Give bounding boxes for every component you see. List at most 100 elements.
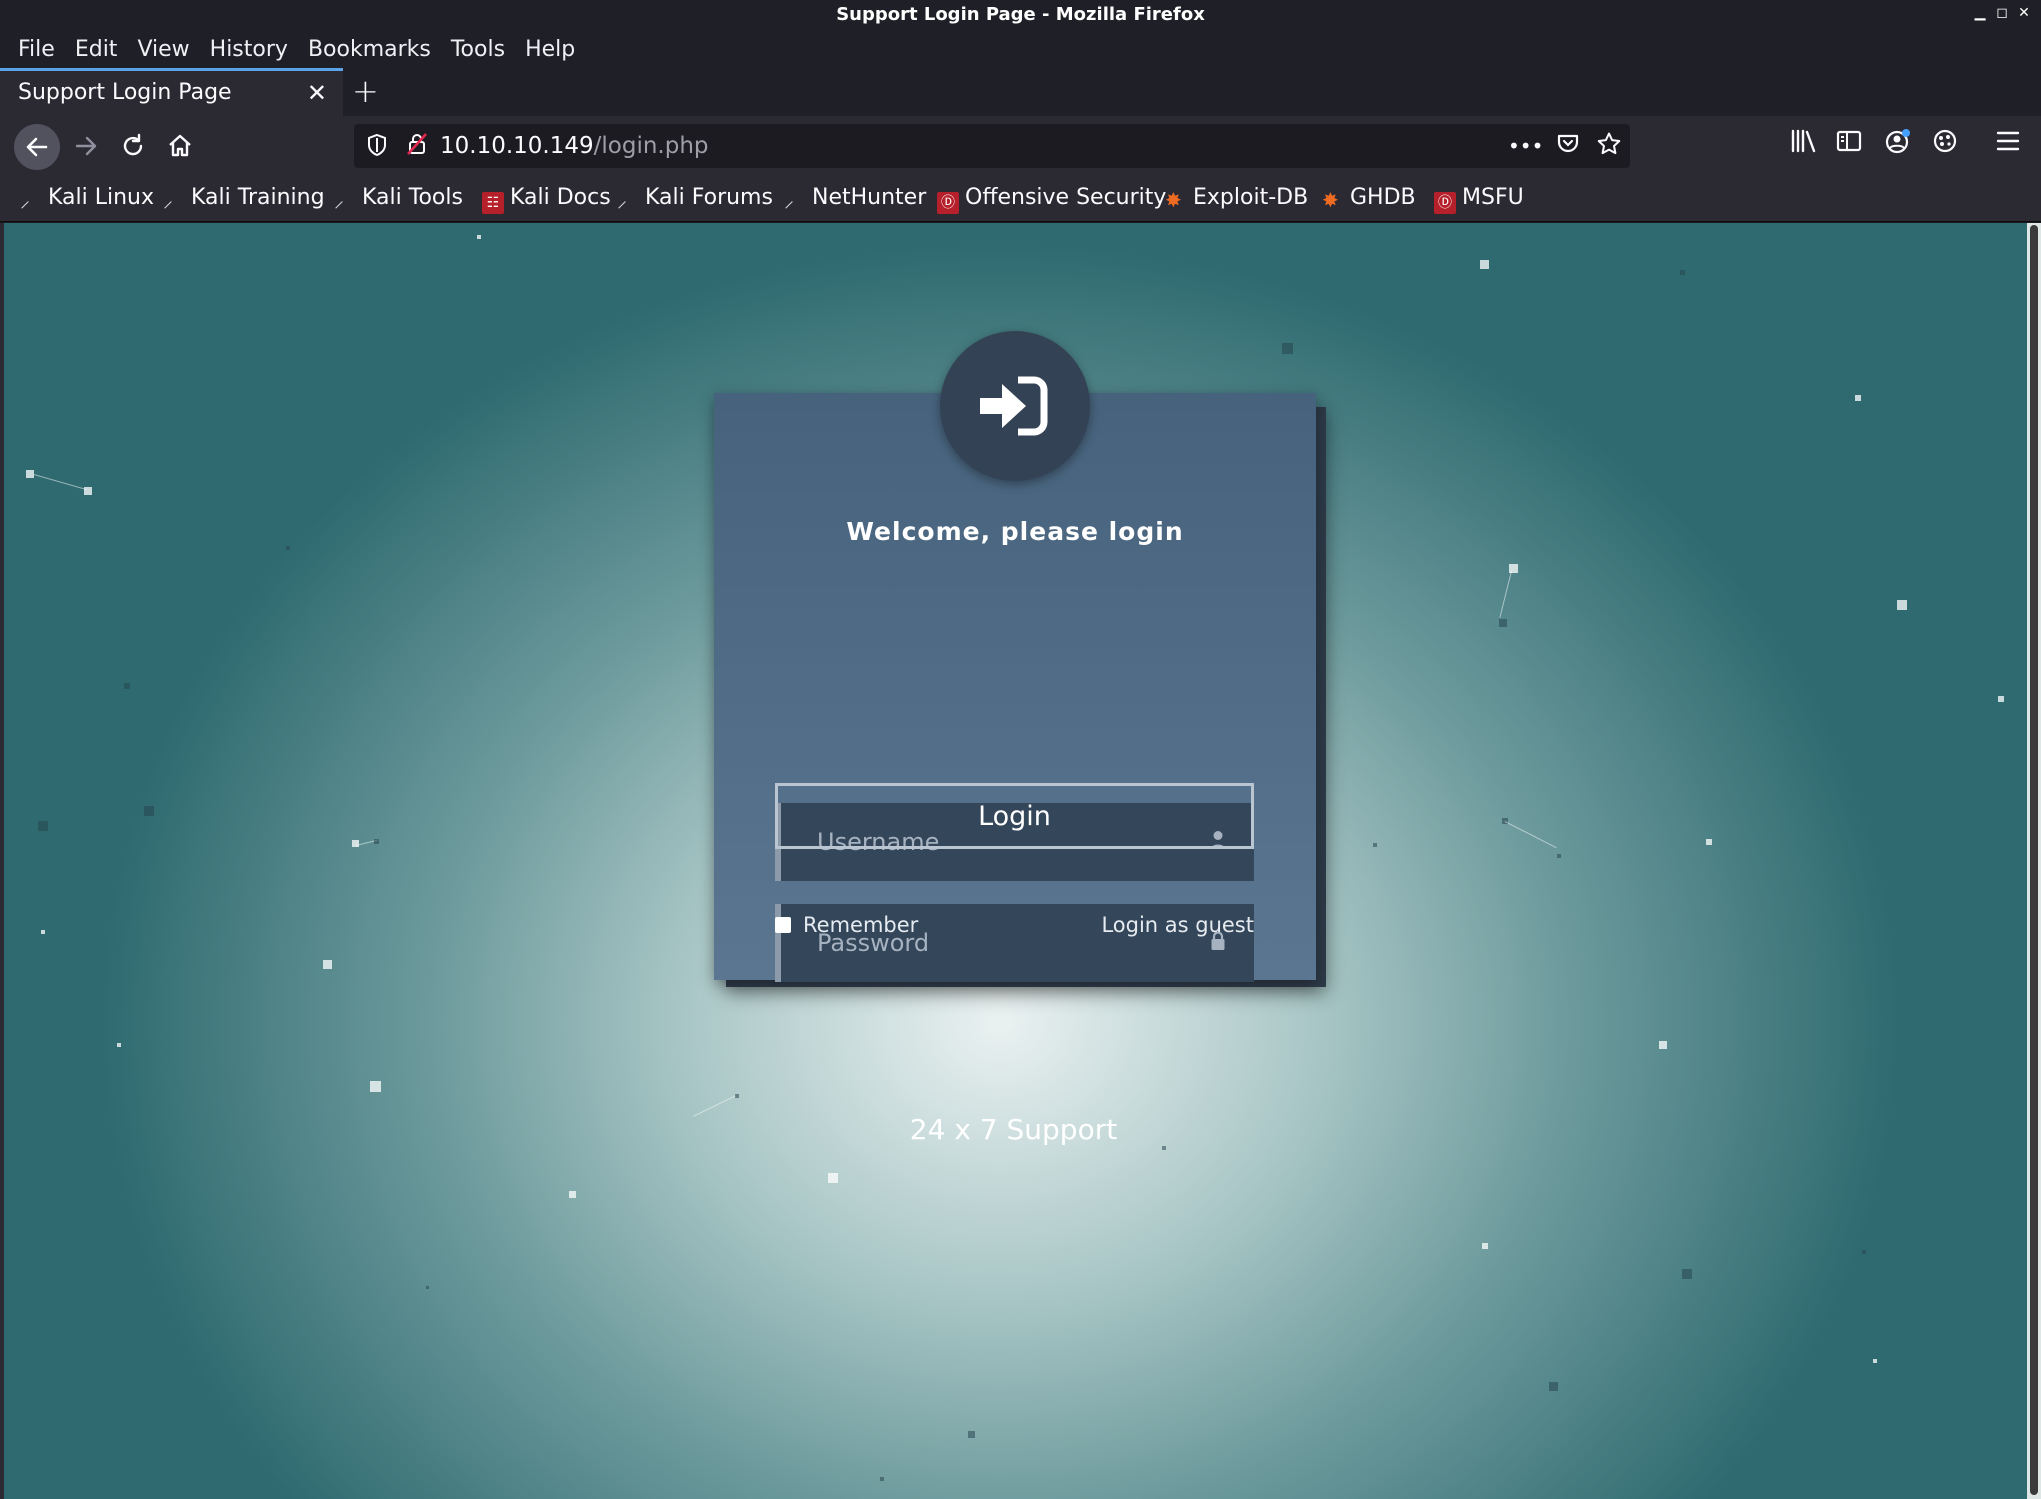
login-avatar [940, 331, 1090, 481]
window-titlebar: Support Login Page - Mozilla Firefox ▁ ◻… [0, 0, 2041, 30]
particle [1482, 1243, 1488, 1249]
particle [1373, 843, 1377, 847]
back-button[interactable] [14, 124, 60, 170]
scrollbar-thumb[interactable] [2030, 225, 2038, 1495]
url-text[interactable]: 10.10.10.149/login.php [440, 133, 709, 159]
home-button[interactable] [160, 126, 200, 166]
particle [1897, 600, 1907, 610]
menu-bar: File Edit View History Bookmarks Tools H… [0, 30, 2041, 68]
particle [124, 683, 130, 689]
tab-close-icon[interactable]: ✕ [307, 79, 327, 107]
particle [1659, 1041, 1667, 1049]
bookmark-kali-docs[interactable]: ☷ Kali Docs [482, 185, 611, 214]
bookmark-label: Kali Linux [48, 185, 155, 210]
menu-edit[interactable]: Edit [75, 37, 118, 62]
particle [38, 821, 48, 831]
remember-option[interactable]: Remember [775, 913, 918, 937]
extension-icon[interactable] [1932, 128, 1958, 160]
reload-button[interactable] [113, 126, 153, 166]
support-text: 24 x 7 Support [909, 1113, 1118, 1146]
menu-tools[interactable]: Tools [451, 37, 505, 62]
url-host: 10.10.10.149 [440, 133, 594, 159]
arrow-right-icon [75, 136, 97, 156]
kali-docs-icon: ☷ [482, 192, 504, 214]
tab-title: Support Login Page [18, 80, 232, 105]
bookmarks-toolbar: ⸝ Kali Linux ⸝ Kali Training ⸝ Kali Tools ☷… [0, 176, 2041, 222]
maximize-button[interactable]: ◻ [1993, 4, 2011, 22]
particle [1549, 1382, 1558, 1391]
menu-file[interactable]: File [18, 37, 55, 62]
particle [374, 839, 379, 844]
particle [1162, 1146, 1166, 1150]
forward-button[interactable] [66, 126, 106, 166]
particle [1855, 395, 1861, 401]
particle [569, 1191, 576, 1198]
insecure-lock-icon[interactable] [406, 132, 428, 162]
particle [880, 1477, 884, 1481]
bookmark-kali-tools[interactable]: ⸝ Kali Tools [334, 185, 463, 212]
left-edge [0, 223, 4, 1499]
kali-dragon-icon: ⸝ [20, 188, 30, 212]
exploitdb-icon: ✸ [1322, 188, 1339, 212]
offsec-icon: Ⓓ [937, 192, 959, 214]
close-window-button[interactable]: ✕ [2015, 4, 2033, 22]
login-heading: Welcome, please login [846, 517, 1184, 546]
bookmark-msfu[interactable]: Ⓓ MSFU [1434, 185, 1524, 214]
tab-support-login[interactable]: Support Login Page ✕ [0, 68, 343, 116]
url-bar[interactable]: 10.10.10.149/login.php ••• [354, 124, 1630, 168]
url-path: /login.php [593, 133, 709, 159]
window-title: Support Login Page - Mozilla Firefox [836, 4, 1205, 25]
bookmark-star-icon[interactable] [1596, 131, 1622, 163]
kali-dragon-icon: ⸝ [334, 188, 344, 212]
library-icon[interactable] [1790, 128, 1818, 160]
particle [1680, 270, 1685, 275]
particle-link [1499, 570, 1512, 618]
page-viewport: Welcome, please login Login Remember Log… [0, 223, 2041, 1499]
particle-link [33, 474, 87, 491]
particle [144, 806, 154, 816]
bookmark-offensive-security[interactable]: Ⓓ Offensive Security [937, 185, 1166, 214]
menu-help[interactable]: Help [525, 37, 575, 62]
account-icon[interactable] [1884, 128, 1912, 162]
particle [828, 1173, 838, 1183]
particle [1682, 1269, 1692, 1279]
particle [1557, 854, 1561, 858]
bookmark-label: Kali Tools [362, 185, 463, 210]
bookmark-kali-linux[interactable]: ⸝ Kali Linux [20, 185, 155, 212]
offsec-icon: Ⓓ [1434, 192, 1456, 214]
sidebar-icon[interactable] [1836, 128, 1862, 160]
login-as-guest-link[interactable]: Login as guest [1101, 913, 1254, 937]
particle [1499, 619, 1507, 627]
navigation-bar: 10.10.10.149/login.php ••• [0, 116, 2041, 176]
bookmark-ghdb[interactable]: ✸ GHDB [1322, 185, 1416, 212]
particle [286, 546, 290, 550]
hamburger-menu-icon[interactable] [1996, 130, 2020, 158]
bookmark-nethunter[interactable]: ⸝ NetHunter [784, 185, 926, 212]
menu-view[interactable]: View [137, 37, 189, 62]
particle [117, 1043, 121, 1047]
scrollbar[interactable] [2027, 223, 2041, 1499]
menu-history[interactable]: History [210, 37, 288, 62]
particle [84, 487, 92, 495]
login-button[interactable]: Login [775, 783, 1254, 849]
sign-in-icon [980, 376, 1048, 436]
remember-checkbox[interactable] [775, 917, 791, 933]
page-actions-more-button[interactable]: ••• [1508, 134, 1543, 158]
minimize-button[interactable]: ▁ [1971, 4, 1989, 22]
tab-bar: Support Login Page ✕ + [0, 68, 2041, 116]
menu-bookmarks[interactable]: Bookmarks [308, 37, 431, 62]
particle [1480, 260, 1489, 269]
new-tab-button[interactable]: + [352, 72, 379, 110]
particle [1282, 343, 1293, 354]
home-icon [169, 134, 191, 157]
particle [1998, 696, 2004, 702]
bookmark-exploit-db[interactable]: ✸ Exploit-DB [1165, 185, 1308, 212]
tracking-shield-icon[interactable] [366, 133, 388, 162]
pocket-icon[interactable] [1556, 131, 1580, 161]
bookmark-label: Kali Forums [645, 185, 773, 210]
bookmark-label: GHDB [1350, 185, 1416, 210]
bookmark-kali-training[interactable]: ⸝ Kali Training [163, 185, 325, 212]
bookmark-kali-forums[interactable]: ⸝ Kali Forums [617, 185, 773, 212]
remember-label: Remember [803, 913, 919, 937]
kali-dragon-icon: ⸝ [784, 188, 794, 212]
